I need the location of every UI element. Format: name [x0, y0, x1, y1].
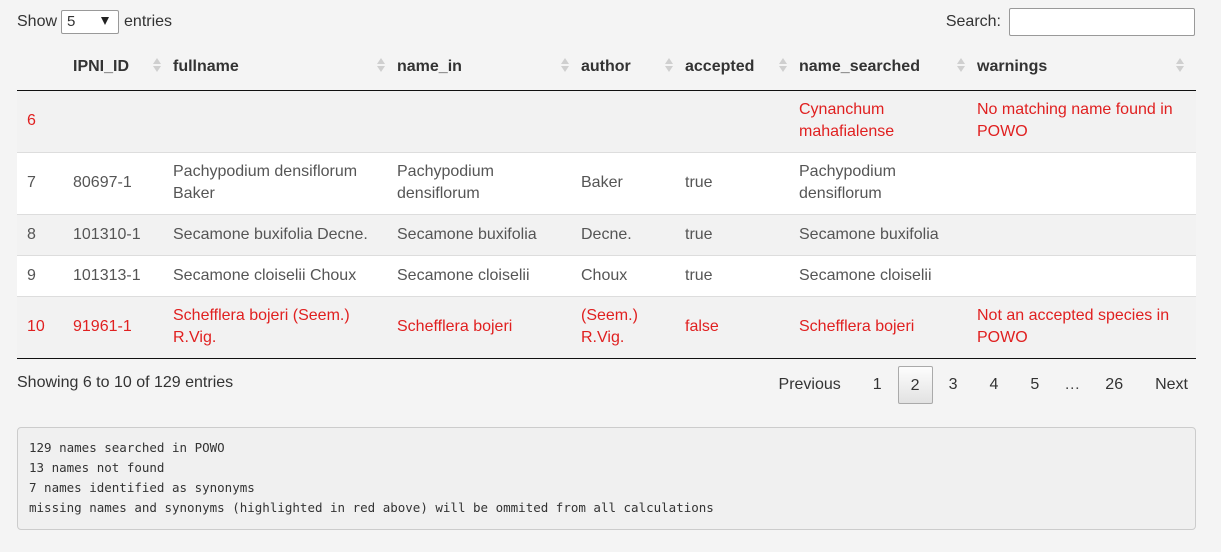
cell-name-searched: Pachypodium densiflorum	[799, 151, 977, 214]
table-info: Showing 6 to 10 of 129 entries	[17, 374, 234, 391]
sort-icon	[665, 58, 673, 72]
cell-author	[581, 90, 685, 152]
cell-accepted	[685, 90, 799, 152]
cell-fullname: Secamone buxifolia Decne.	[173, 213, 397, 255]
cell-warnings: Not an accepted species in POWO	[977, 295, 1196, 359]
cell-name-searched: Secamone buxifolia	[799, 213, 977, 255]
cell-accepted: false	[685, 295, 799, 359]
pagination: Previous 1 2 3 4 5 … 26 Next	[763, 365, 1204, 405]
column-header-label: fullname	[173, 57, 239, 75]
cell-warnings: No matching name found in POWO	[977, 90, 1196, 152]
column-header-label: accepted	[685, 57, 755, 75]
previous-page-button[interactable]: Previous	[763, 366, 857, 404]
page-button-26[interactable]: 26	[1089, 366, 1139, 404]
console-line: missing names and synonyms (highlighted …	[29, 500, 714, 515]
app-root: Show 5 entries Search: IPNI_ID fullname …	[0, 0, 1221, 552]
column-header-label: name_in	[397, 57, 462, 75]
cell-name-in: Secamone buxifolia	[397, 213, 581, 255]
cell-accepted: true	[685, 254, 799, 296]
cell-author: (Seem.) R.Vig.	[581, 295, 685, 359]
results-table: IPNI_ID fullname name_in author accepted…	[17, 44, 1196, 359]
cell-accepted: true	[685, 213, 799, 255]
cell-fullname	[173, 90, 397, 152]
cell-name-searched: Secamone cloiselii	[799, 254, 977, 296]
cell-warnings	[977, 254, 1196, 296]
sort-icon	[1176, 58, 1184, 72]
cell-author: Choux	[581, 254, 685, 296]
console-output: 129 names searched in POWO 13 names not …	[17, 427, 1196, 530]
column-header-warnings[interactable]: warnings	[977, 44, 1196, 91]
sort-icon	[779, 58, 787, 72]
table-row: 10 91961-1 Schefflera bojeri (Seem.) R.V…	[17, 295, 1196, 359]
cell-fullname: Secamone cloiselii Choux	[173, 254, 397, 296]
search-label: Search:	[945, 13, 1001, 30]
cell-ipni-id: 91961-1	[73, 295, 173, 359]
cell-index: 9	[17, 254, 73, 296]
search-input[interactable]	[1009, 8, 1195, 36]
sort-icon	[377, 58, 385, 72]
cell-accepted: true	[685, 151, 799, 214]
column-header-name-searched[interactable]: name_searched	[799, 44, 977, 91]
cell-fullname: Pachypodium densiflorum Baker	[173, 151, 397, 214]
cell-warnings	[977, 151, 1196, 214]
table-row: 8 101310-1 Secamone buxifolia Decne. Sec…	[17, 213, 1196, 255]
column-header-accepted[interactable]: accepted	[685, 44, 799, 91]
pagination-ellipsis: …	[1064, 376, 1081, 393]
page-button-1[interactable]: 1	[857, 366, 898, 404]
next-page-button[interactable]: Next	[1139, 366, 1204, 404]
cell-ipni-id	[73, 90, 173, 152]
cell-ipni-id: 101310-1	[73, 213, 173, 255]
sort-icon	[957, 58, 965, 72]
page-button-5[interactable]: 5	[1014, 366, 1055, 404]
table-row: 6 Cynanchum mahafialense No matching nam…	[17, 90, 1196, 152]
sort-icon	[153, 58, 161, 72]
column-header-label: name_searched	[799, 57, 920, 75]
show-label: Show	[17, 13, 58, 30]
column-header-ipni-id[interactable]: IPNI_ID	[73, 44, 173, 91]
table-row: 9 101313-1 Secamone cloiselii Choux Seca…	[17, 254, 1196, 296]
page-button-2-current[interactable]: 2	[897, 366, 933, 404]
cell-name-in	[397, 90, 581, 152]
length-control: Show 5 entries	[17, 9, 172, 35]
cell-name-in: Secamone cloiselii	[397, 254, 581, 296]
header-row: IPNI_ID fullname name_in author accepted…	[17, 44, 1196, 91]
cell-warnings	[977, 213, 1196, 255]
column-header-index[interactable]	[17, 44, 73, 91]
entries-per-page-value: 5	[67, 13, 76, 30]
page-button-4[interactable]: 4	[973, 366, 1014, 404]
cell-name-searched: Cynanchum mahafialense	[799, 90, 977, 152]
cell-ipni-id: 80697-1	[73, 151, 173, 214]
column-header-label: author	[581, 57, 631, 75]
column-header-label: IPNI_ID	[73, 57, 130, 75]
console-line: 7 names identified as synonyms	[29, 480, 255, 495]
column-header-author[interactable]: author	[581, 44, 685, 91]
cell-author: Decne.	[581, 213, 685, 255]
cell-index: 7	[17, 151, 73, 214]
cell-ipni-id: 101313-1	[73, 254, 173, 296]
page-button-3[interactable]: 3	[933, 366, 974, 404]
cell-name-in: Pachypodium densiflorum	[397, 151, 581, 214]
entries-label: entries	[124, 13, 173, 30]
sort-icon	[561, 58, 569, 72]
column-header-label: warnings	[977, 57, 1048, 75]
cell-index: 8	[17, 213, 73, 255]
cell-index: 10	[17, 295, 73, 359]
column-header-name-in[interactable]: name_in	[397, 44, 581, 91]
table-row: 7 80697-1 Pachypodium densiflorum Baker …	[17, 151, 1196, 214]
search-control: Search:	[946, 8, 1195, 36]
cell-name-searched: Schefflera bojeri	[799, 295, 977, 359]
console-line: 129 names searched in POWO	[29, 440, 225, 455]
column-header-fullname[interactable]: fullname	[173, 44, 397, 91]
entries-per-page-select[interactable]: 5	[61, 10, 120, 34]
cell-fullname: Schefflera bojeri (Seem.) R.Vig.	[173, 295, 397, 359]
cell-name-in: Schefflera bojeri	[397, 295, 581, 359]
console-line: 13 names not found	[29, 460, 165, 475]
cell-index: 6	[17, 90, 73, 152]
cell-author: Baker	[581, 151, 685, 214]
chevron-down-icon	[101, 17, 110, 25]
